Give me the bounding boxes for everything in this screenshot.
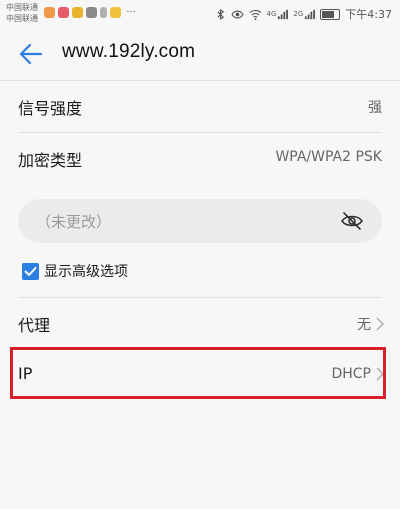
password-input[interactable]: （未更改） bbox=[18, 199, 382, 243]
app-notification-icon bbox=[72, 7, 83, 18]
app-notification-icon bbox=[44, 7, 55, 18]
eye-off-icon[interactable] bbox=[340, 209, 364, 233]
proxy-value-group: 无 bbox=[357, 314, 384, 334]
status-indicators: 4G 2G 下午4:37 bbox=[215, 6, 392, 22]
proxy-label: 代理 bbox=[18, 316, 51, 335]
advanced-options-label: 显示高级选项 bbox=[44, 264, 128, 280]
notification-icons: ··· bbox=[44, 7, 138, 18]
ip-row-highlight-box bbox=[10, 347, 386, 399]
wifi-icon bbox=[249, 9, 261, 20]
carrier-2: 中国联通 bbox=[6, 14, 38, 23]
eye-comfort-icon bbox=[230, 10, 244, 18]
carrier-1: 中国联通 bbox=[6, 3, 38, 12]
battery-icon bbox=[320, 8, 341, 20]
checkmark-icon bbox=[24, 266, 37, 276]
status-bar: 中国联通 中国联通 ··· 4G 2G 下午4:37 bbox=[0, 0, 400, 28]
show-advanced-options[interactable]: 显示高级选项 bbox=[22, 261, 128, 281]
page-title: www.192ly.com bbox=[62, 41, 196, 62]
signal-strength-value: 强 bbox=[368, 100, 382, 116]
password-placeholder: （未更改） bbox=[36, 213, 112, 231]
wechat-icon bbox=[86, 7, 97, 18]
encryption-row: 加密类型 WPA/WPA2 PSK bbox=[0, 132, 400, 184]
app-notification-icon bbox=[110, 7, 121, 18]
arrow-left-icon bbox=[19, 43, 43, 65]
encryption-label: 加密类型 bbox=[18, 151, 83, 170]
app-header: www.192ly.com bbox=[0, 28, 400, 81]
proxy-value: 无 bbox=[357, 317, 371, 333]
cell-signal-1-icon bbox=[278, 9, 289, 19]
network-type-2: 2G bbox=[293, 10, 304, 18]
cell-signal-2-icon bbox=[305, 9, 316, 19]
advanced-options-checkbox[interactable] bbox=[22, 262, 39, 280]
network-type-1: 4G bbox=[266, 10, 277, 18]
bluetooth-icon bbox=[216, 8, 224, 20]
more-notifications-icon: ··· bbox=[126, 7, 136, 18]
encryption-value: WPA/WPA2 PSK bbox=[275, 149, 382, 165]
app-notification-icon bbox=[58, 7, 69, 18]
proxy-row[interactable]: 代理 无 bbox=[0, 297, 400, 349]
chevron-right-icon bbox=[376, 317, 384, 331]
carrier-labels: 中国联通 中国联通 bbox=[6, 2, 38, 24]
signal-strength-label: 信号强度 bbox=[18, 99, 83, 118]
back-button[interactable] bbox=[16, 40, 46, 68]
status-time: 下午4:37 bbox=[345, 8, 392, 21]
signal-strength-row: 信号强度 强 bbox=[0, 80, 400, 132]
phone-icon bbox=[100, 7, 107, 18]
